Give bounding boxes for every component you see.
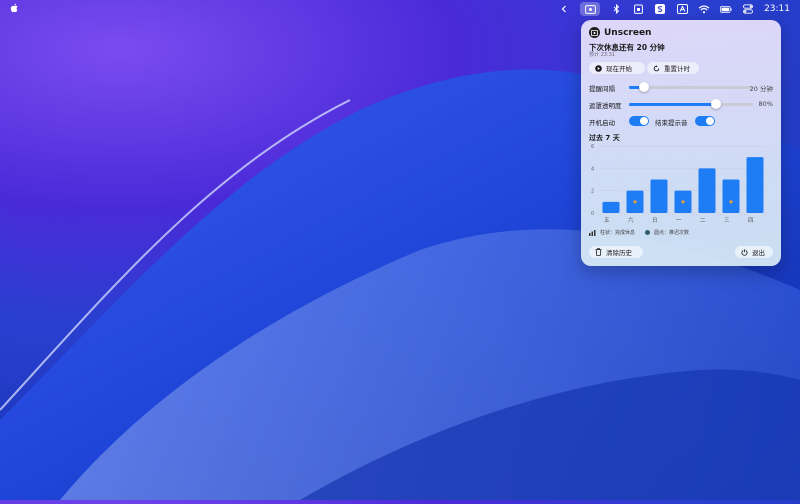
unscreen-app-icon — [589, 27, 600, 38]
start-now-button[interactable]: 现在开始 — [589, 62, 645, 74]
control-center-icon[interactable] — [742, 3, 754, 15]
bluetooth-icon[interactable] — [610, 3, 622, 15]
app-title: Unscreen — [604, 27, 652, 38]
chart-bar — [602, 201, 620, 213]
end-sound-toggle[interactable] — [695, 116, 715, 126]
s-app-icon[interactable] — [654, 3, 666, 15]
x-tick-label: 日 — [652, 217, 658, 224]
launch-at-login-label: 开机启动 — [589, 119, 615, 127]
opacity-slider-knob[interactable] — [710, 99, 721, 109]
chart-bar — [698, 168, 716, 213]
play-icon — [595, 64, 602, 72]
legend-dots: 圆点：推迟次数 — [654, 230, 690, 236]
chart-dot — [633, 200, 637, 204]
x-tick-label: 四 — [748, 217, 754, 224]
chart-legend: 柱状：完成休息 圆点：推迟次数 — [589, 229, 689, 236]
history-bar-chart: 0 2 4 6 五 六 日 一 二 三 四 — [591, 144, 768, 224]
interval-label: 提醒间隔 — [589, 85, 615, 93]
unscreen-popover: Unscreen 下次休息还有 20 分钟 预计 23:31 现在开始 重置计时… — [581, 20, 781, 266]
x-tick-label: 五 — [604, 217, 610, 224]
y-tick-label: 4 — [591, 166, 594, 172]
menu-bar-clock[interactable]: 23:11 — [764, 4, 790, 14]
launch-at-login-toggle[interactable] — [629, 116, 649, 126]
clear-history-button[interactable]: 清除历史 — [589, 246, 643, 258]
y-tick-label: 0 — [591, 211, 594, 217]
interval-slider[interactable] — [629, 82, 753, 92]
legend-dot-marker — [645, 230, 651, 235]
apple-icon[interactable] — [10, 3, 19, 16]
x-tick-label: 一 — [676, 218, 682, 224]
chart-dot — [729, 200, 733, 204]
battery-icon[interactable] — [720, 3, 732, 15]
interval-value: 20 分钟 — [749, 85, 773, 93]
chart-bar — [650, 179, 668, 213]
clear-history-label: 清除历史 — [606, 249, 632, 257]
chart-dot — [681, 200, 685, 204]
x-tick-label: 三 — [724, 217, 730, 224]
bar-chart-icon — [589, 229, 596, 236]
trash-icon — [595, 248, 602, 256]
app-header: Unscreen — [589, 27, 651, 38]
menu-bar: 23:11 — [0, 0, 800, 18]
unscreen-icon[interactable] — [580, 2, 601, 16]
toggle-knob — [640, 117, 648, 125]
opacity-slider[interactable] — [629, 99, 753, 109]
chart-bar — [722, 179, 740, 213]
opacity-value: 80% — [758, 100, 773, 108]
opacity-slider-fill — [629, 103, 716, 106]
wifi-icon[interactable] — [698, 3, 710, 15]
power-icon — [741, 248, 748, 256]
reset-timer-label: 重置计时 — [664, 65, 690, 73]
a-app-icon[interactable] — [676, 3, 688, 15]
start-now-label: 现在开始 — [606, 65, 632, 73]
quit-button[interactable]: 退出 — [735, 246, 773, 258]
interval-slider-knob[interactable] — [638, 82, 649, 92]
y-tick-label: 2 — [591, 189, 594, 195]
chart-bar — [746, 157, 764, 213]
toggle-knob — [706, 117, 714, 125]
chevron-left-icon[interactable] — [558, 3, 570, 15]
reset-icon — [653, 64, 660, 71]
end-sound-label: 结束提示音 — [655, 119, 688, 127]
legend-bars: 柱状：完成休息 — [600, 230, 636, 236]
eta-text: 预计 23:31 — [589, 52, 615, 58]
quit-label: 退出 — [752, 249, 765, 257]
x-tick-label: 二 — [700, 218, 706, 224]
calendar-icon[interactable] — [632, 3, 644, 15]
opacity-label: 遮罩透明度 — [589, 102, 622, 110]
reset-timer-button[interactable]: 重置计时 — [647, 62, 699, 74]
x-tick-label: 六 — [628, 216, 634, 224]
y-tick-label: 6 — [591, 144, 594, 150]
